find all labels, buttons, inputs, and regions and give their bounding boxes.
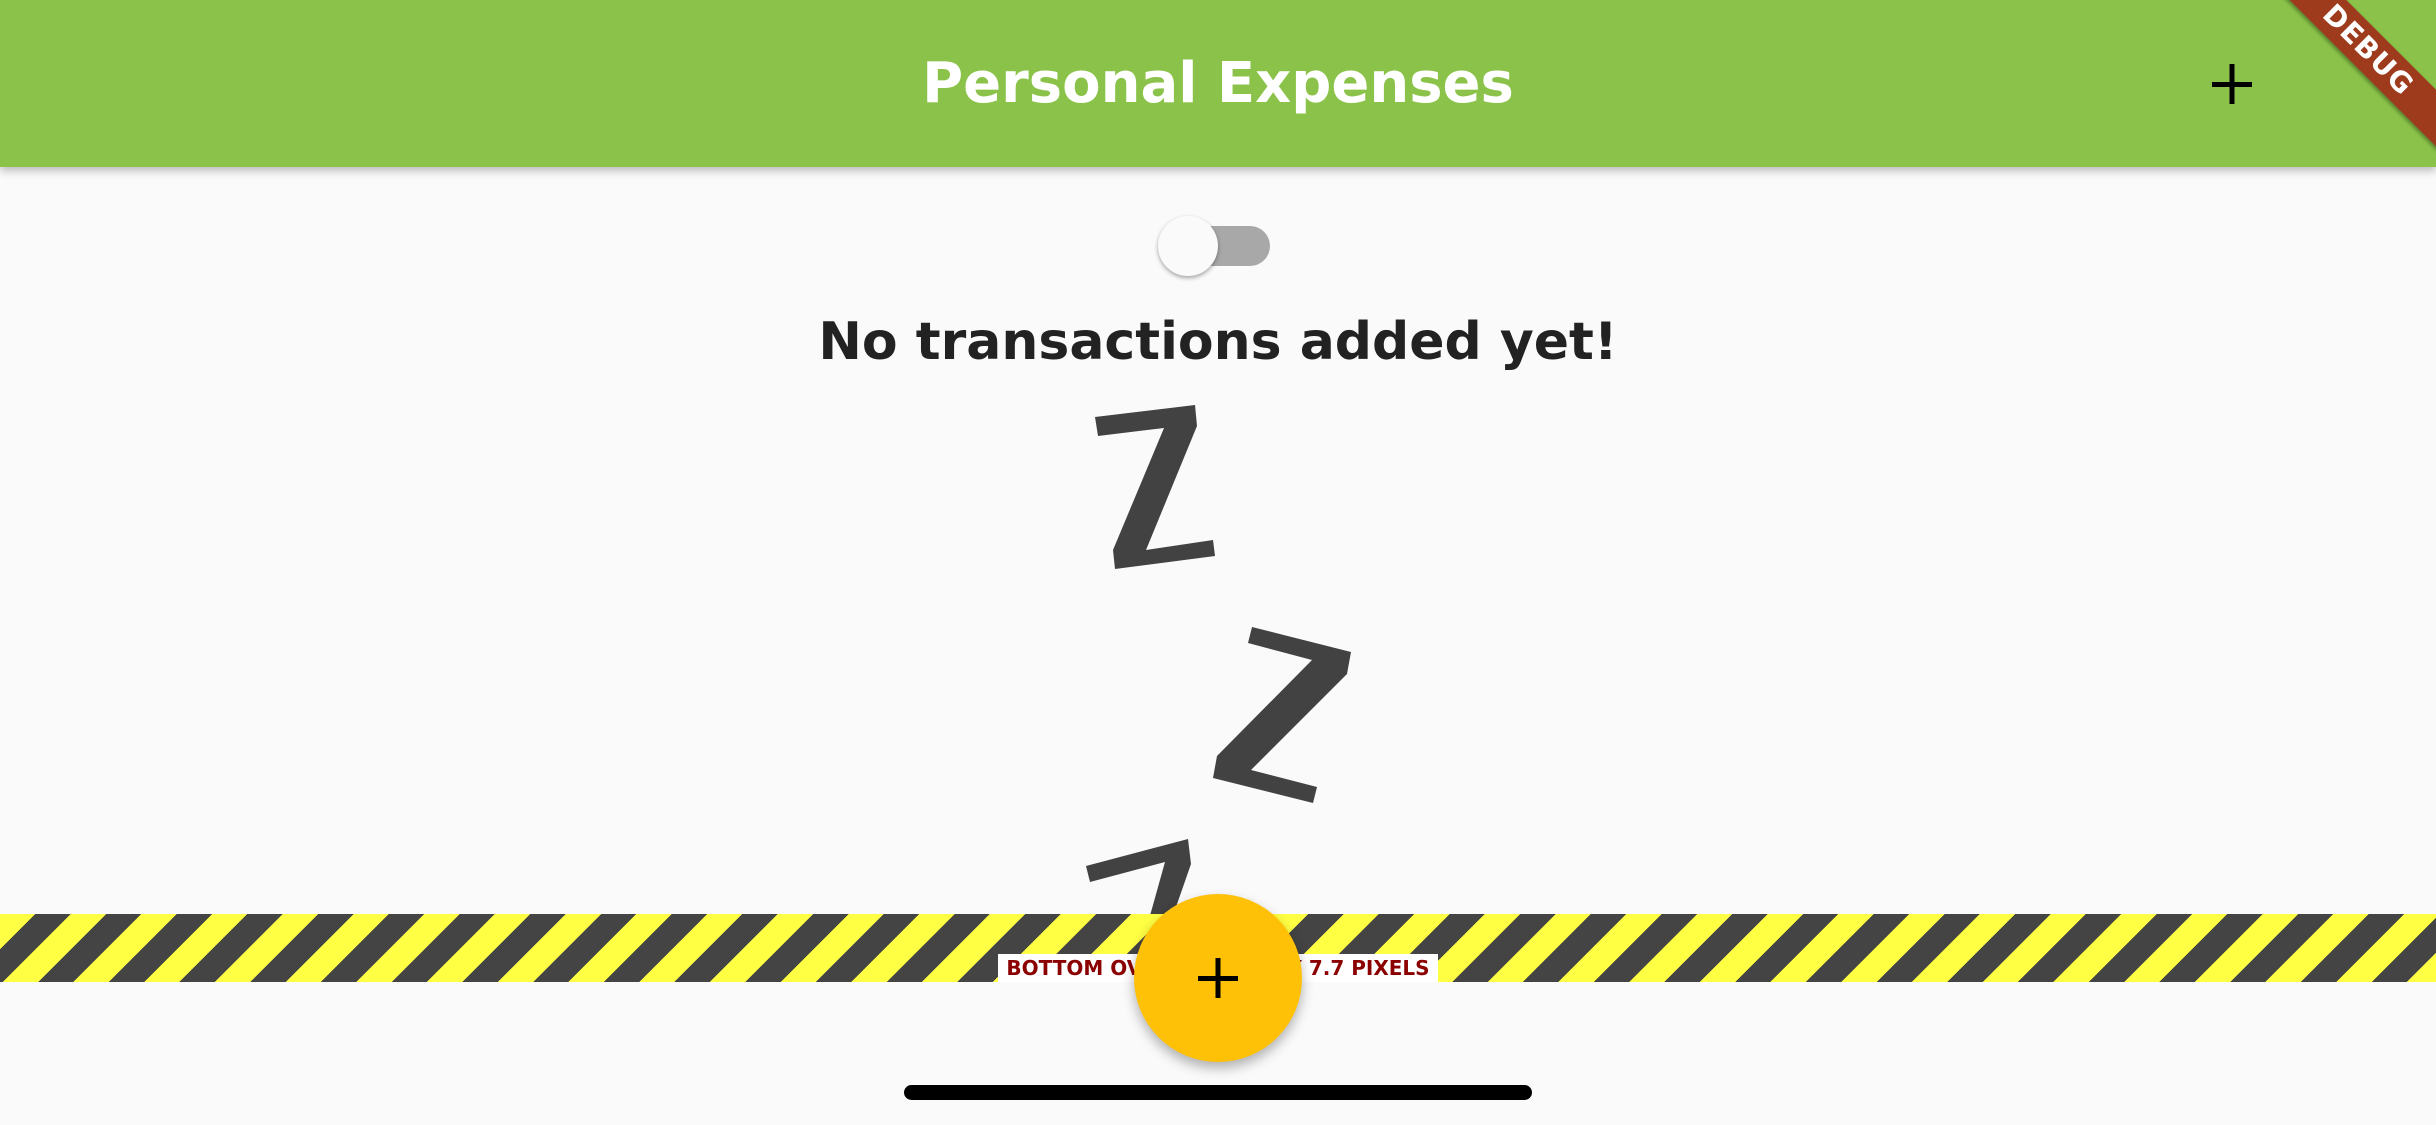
z-letter-large-top: [1095, 405, 1215, 569]
sleeping-zzz-image: [1086, 405, 1351, 930]
home-indicator[interactable]: [904, 1085, 1532, 1100]
app-title: Personal Expenses: [922, 51, 1514, 116]
empty-state-message: No transactions added yet!: [818, 312, 1618, 372]
debug-label: DEBUG: [2316, 0, 2421, 102]
plus-icon: [1198, 958, 1238, 998]
add-transaction-fab[interactable]: [1134, 894, 1302, 1062]
app-bar: Personal Expenses DEBUG: [0, 0, 2436, 167]
switch-thumb: [1158, 216, 1218, 276]
z-letter-middle: [1213, 627, 1351, 803]
debug-banner: DEBUG: [2236, 0, 2436, 200]
app-screen: Personal Expenses DEBUG No transactions …: [0, 0, 2436, 1125]
show-chart-switch[interactable]: [1158, 210, 1270, 276]
